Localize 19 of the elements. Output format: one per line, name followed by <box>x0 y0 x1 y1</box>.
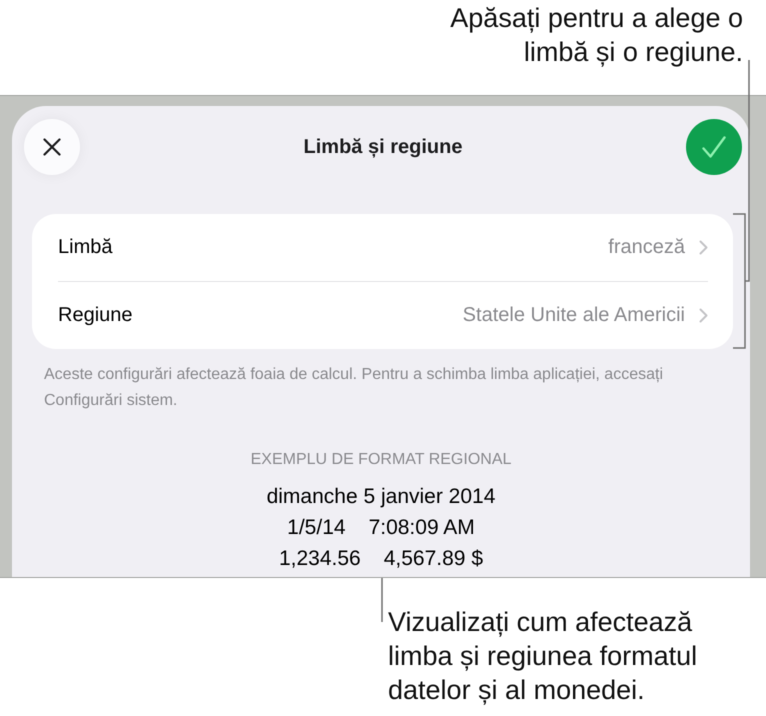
sheet-title: Limbă și regiune <box>302 136 464 158</box>
callout-text: Vizualizați cum afectează limba și regiunea formatul datelor și al monedei. <box>388 606 698 707</box>
setting-value[interactable]: franceză <box>608 236 685 259</box>
setting-label: Limbă <box>58 236 114 259</box>
chevron-icon <box>699 308 708 323</box>
leader-line <box>381 578 383 622</box>
format-example: 1/5/14 <box>287 515 346 541</box>
setting-value[interactable]: Statele Unite ale Americii <box>462 304 685 327</box>
format-example: dimanche 5 janvier 2014 <box>266 484 496 510</box>
callout-text: Apăsați pentru a alege o limbă și o regiune. <box>450 2 743 69</box>
format-example: 4,567.89 $ <box>384 546 483 572</box>
chevron-icon <box>699 240 708 255</box>
setting-label: Regiune <box>58 304 134 327</box>
footnote-text: Aceste configurări afectează foaia de calcul. Pentru a schimba limba aplicației, accesați Configurări sistem. <box>44 365 664 411</box>
close-icon <box>43 138 61 156</box>
checkmark-icon <box>702 136 726 158</box>
format-example: 7:08:09 AM <box>368 515 475 541</box>
section-heading: EXEMPLU DE FORMAT REGIONAL <box>250 450 512 470</box>
format-example: 1,234.56 <box>278 546 361 572</box>
